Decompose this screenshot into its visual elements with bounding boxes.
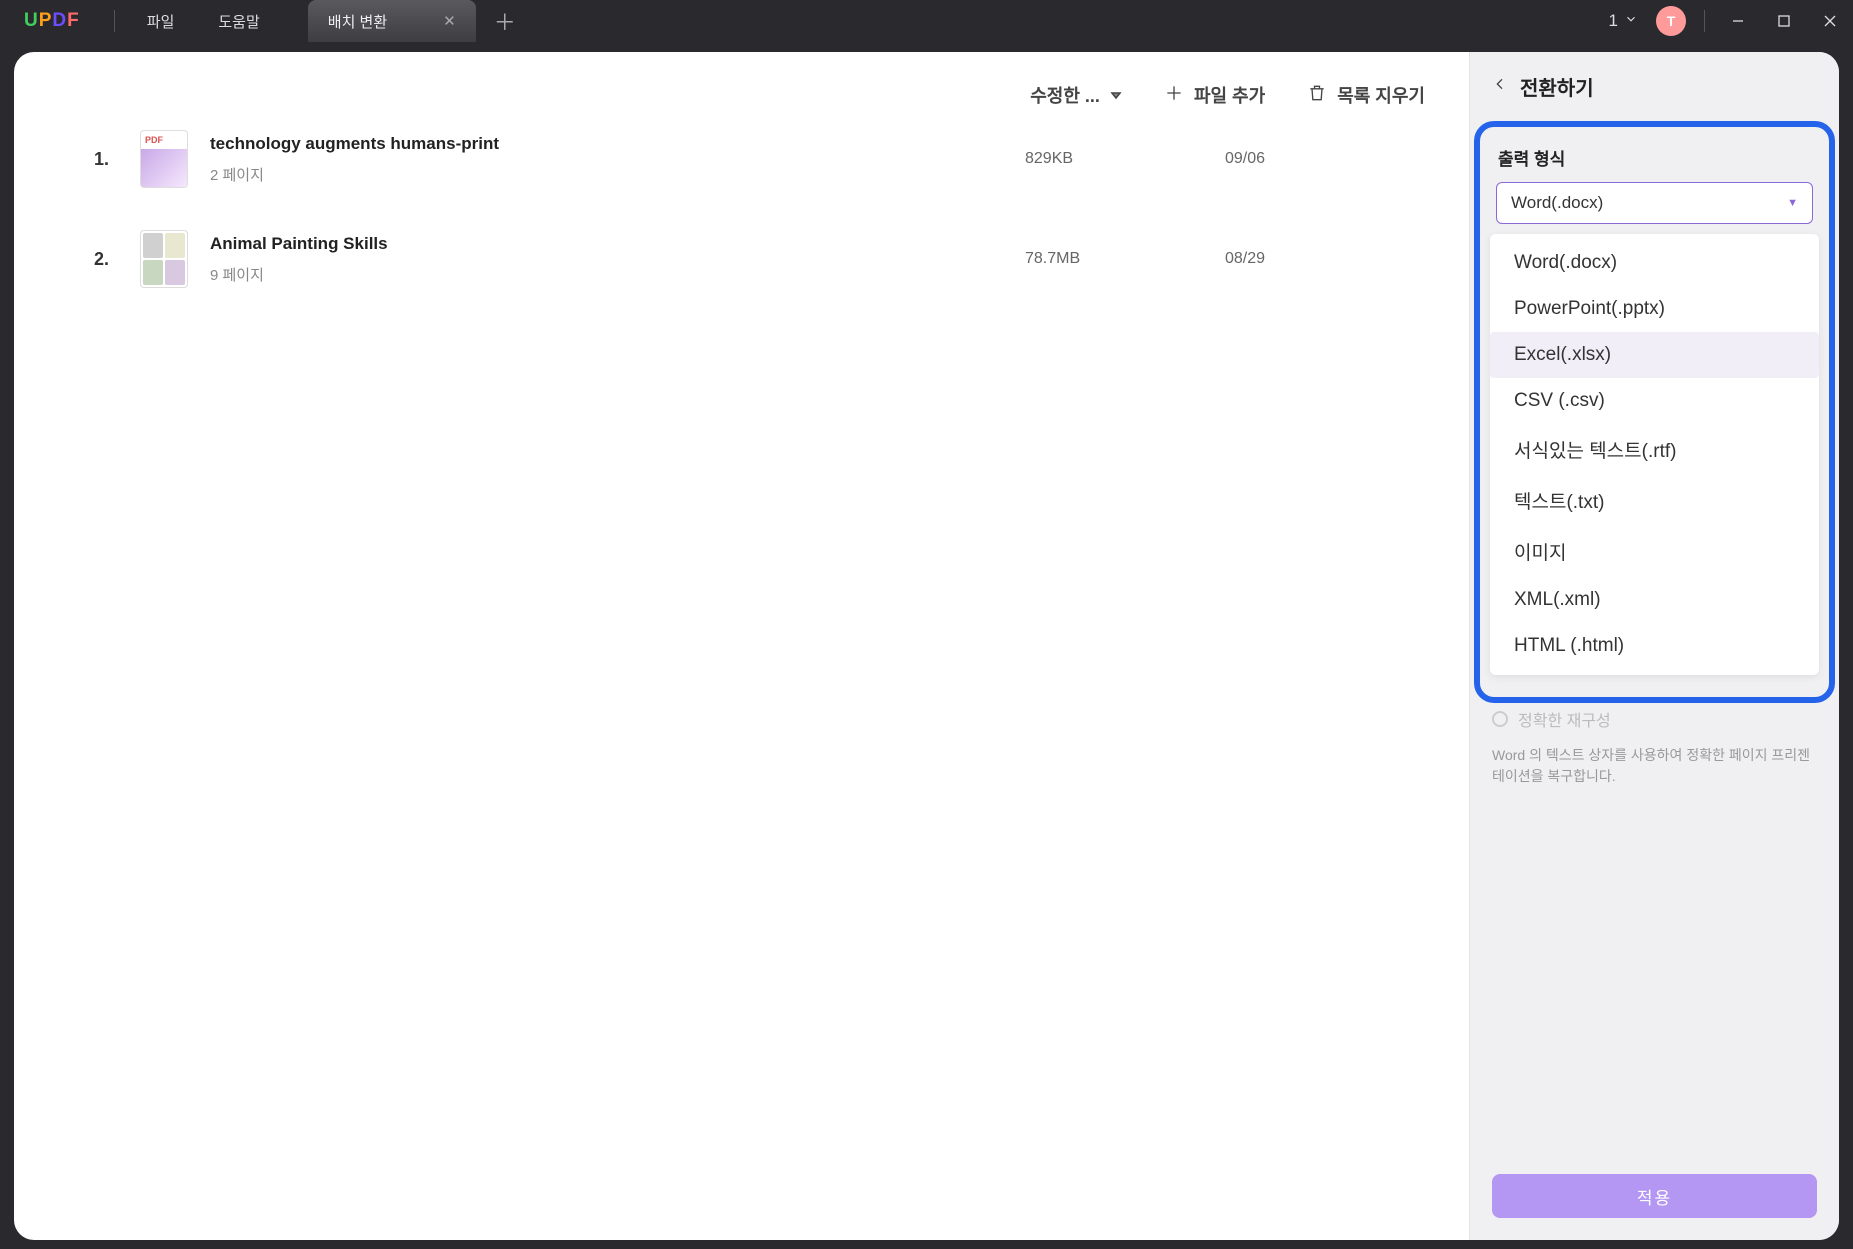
output-format-section: 출력 형식 Word(.docx) ▼ Word(.docx) PowerPoi…	[1474, 121, 1835, 703]
format-label: 출력 형식	[1480, 127, 1829, 182]
menu-file[interactable]: 파일	[125, 11, 197, 32]
format-option-csv[interactable]: CSV (.csv)	[1490, 378, 1819, 424]
triangle-down-icon	[1110, 85, 1122, 106]
file-size: 829KB	[1025, 150, 1225, 168]
file-name: technology augments humans-print	[210, 134, 1025, 154]
format-selected: Word(.docx)	[1511, 193, 1603, 213]
clear-list-button[interactable]: 목록 지우기	[1307, 82, 1425, 108]
file-thumbnail	[140, 230, 188, 288]
format-option-rtf[interactable]: 서식있는 텍스트(.rtf)	[1490, 424, 1819, 475]
tab-batch-convert[interactable]: 배치 변환 ✕	[308, 0, 476, 42]
new-tab-button[interactable]: ＋	[494, 5, 516, 37]
file-row[interactable]: 1. PDF technology augments humans-print …	[94, 130, 1425, 188]
app-logo: UPDF	[0, 10, 104, 32]
sort-dropdown[interactable]: 수정한 ...	[1030, 82, 1122, 108]
divider	[114, 10, 115, 32]
file-date: 08/29	[1225, 250, 1425, 268]
file-thumbnail: PDF	[140, 130, 188, 188]
close-window-button[interactable]	[1807, 5, 1853, 37]
format-option-txt[interactable]: 텍스트(.txt)	[1490, 475, 1819, 526]
file-list: 1. PDF technology augments humans-print …	[14, 130, 1469, 288]
format-option-pptx[interactable]: PowerPoint(.pptx)	[1490, 286, 1819, 332]
add-file-label: 파일 추가	[1194, 82, 1265, 108]
format-combobox[interactable]: Word(.docx) ▼	[1496, 182, 1813, 224]
main-area: 수정한 ... 파일 추가 목록 지우기 1. PDF technology	[14, 52, 1469, 1240]
plus-icon	[1164, 83, 1184, 108]
titlebar: UPDF 파일 도움말 배치 변환 ✕ ＋ 1 T	[0, 0, 1853, 42]
file-pages: 9 페이지	[210, 264, 1025, 285]
sort-label: 수정한 ...	[1030, 82, 1100, 108]
trash-icon	[1307, 83, 1327, 108]
chevron-down-icon[interactable]	[1624, 12, 1638, 31]
format-option-docx[interactable]: Word(.docx)	[1490, 240, 1819, 286]
apply-button[interactable]: 적용	[1492, 1174, 1817, 1218]
back-icon[interactable]	[1492, 75, 1508, 98]
triangle-down-icon: ▼	[1787, 197, 1798, 209]
file-index: 2.	[94, 249, 140, 270]
file-name: Animal Painting Skills	[210, 234, 1025, 254]
side-panel: 전환하기 출력 형식 Word(.docx) ▼ Word(.docx) Pow…	[1469, 52, 1839, 1240]
pdf-badge: PDF	[141, 131, 187, 149]
file-info: Animal Painting Skills 9 페이지	[210, 234, 1025, 285]
format-option-xml[interactable]: XML(.xml)	[1490, 577, 1819, 623]
minimize-button[interactable]	[1715, 5, 1761, 37]
divider	[1704, 10, 1705, 32]
format-option-html[interactable]: HTML (.html)	[1490, 623, 1819, 669]
file-toolbar: 수정한 ... 파일 추가 목록 지우기	[14, 82, 1469, 130]
file-date: 09/06	[1225, 150, 1425, 168]
file-pages: 2 페이지	[210, 164, 1025, 185]
panel-title: 전환하기	[1520, 72, 1594, 101]
file-row[interactable]: 2. Animal Painting Skills 9 페이지 78.7MB 0…	[94, 230, 1425, 288]
menu-help[interactable]: 도움말	[196, 11, 281, 32]
layout-description: Word 의 텍스트 상자를 사용하여 정확한 페이지 프리젠테이션을 복구합니…	[1470, 735, 1839, 797]
tab-count: 1	[1609, 11, 1618, 31]
radio-icon	[1492, 711, 1508, 727]
app-body: 수정한 ... 파일 추가 목록 지우기 1. PDF technology	[14, 52, 1839, 1240]
avatar[interactable]: T	[1656, 6, 1686, 36]
maximize-button[interactable]	[1761, 5, 1807, 37]
tab-label: 배치 변환	[328, 11, 387, 32]
layout-radio-exact[interactable]: 정확한 재구성	[1470, 703, 1839, 735]
format-dropdown: Word(.docx) PowerPoint(.pptx) Excel(.xls…	[1490, 234, 1819, 675]
close-icon[interactable]: ✕	[443, 12, 456, 30]
panel-header: 전환하기	[1470, 52, 1839, 121]
file-index: 1.	[94, 149, 140, 170]
add-file-button[interactable]: 파일 추가	[1164, 82, 1265, 108]
format-option-image[interactable]: 이미지	[1490, 526, 1819, 577]
clear-list-label: 목록 지우기	[1337, 82, 1425, 108]
radio-label: 정확한 재구성	[1518, 707, 1611, 731]
format-option-xlsx[interactable]: Excel(.xlsx)	[1490, 332, 1819, 378]
file-info: technology augments humans-print 2 페이지	[210, 134, 1025, 185]
file-size: 78.7MB	[1025, 250, 1225, 268]
